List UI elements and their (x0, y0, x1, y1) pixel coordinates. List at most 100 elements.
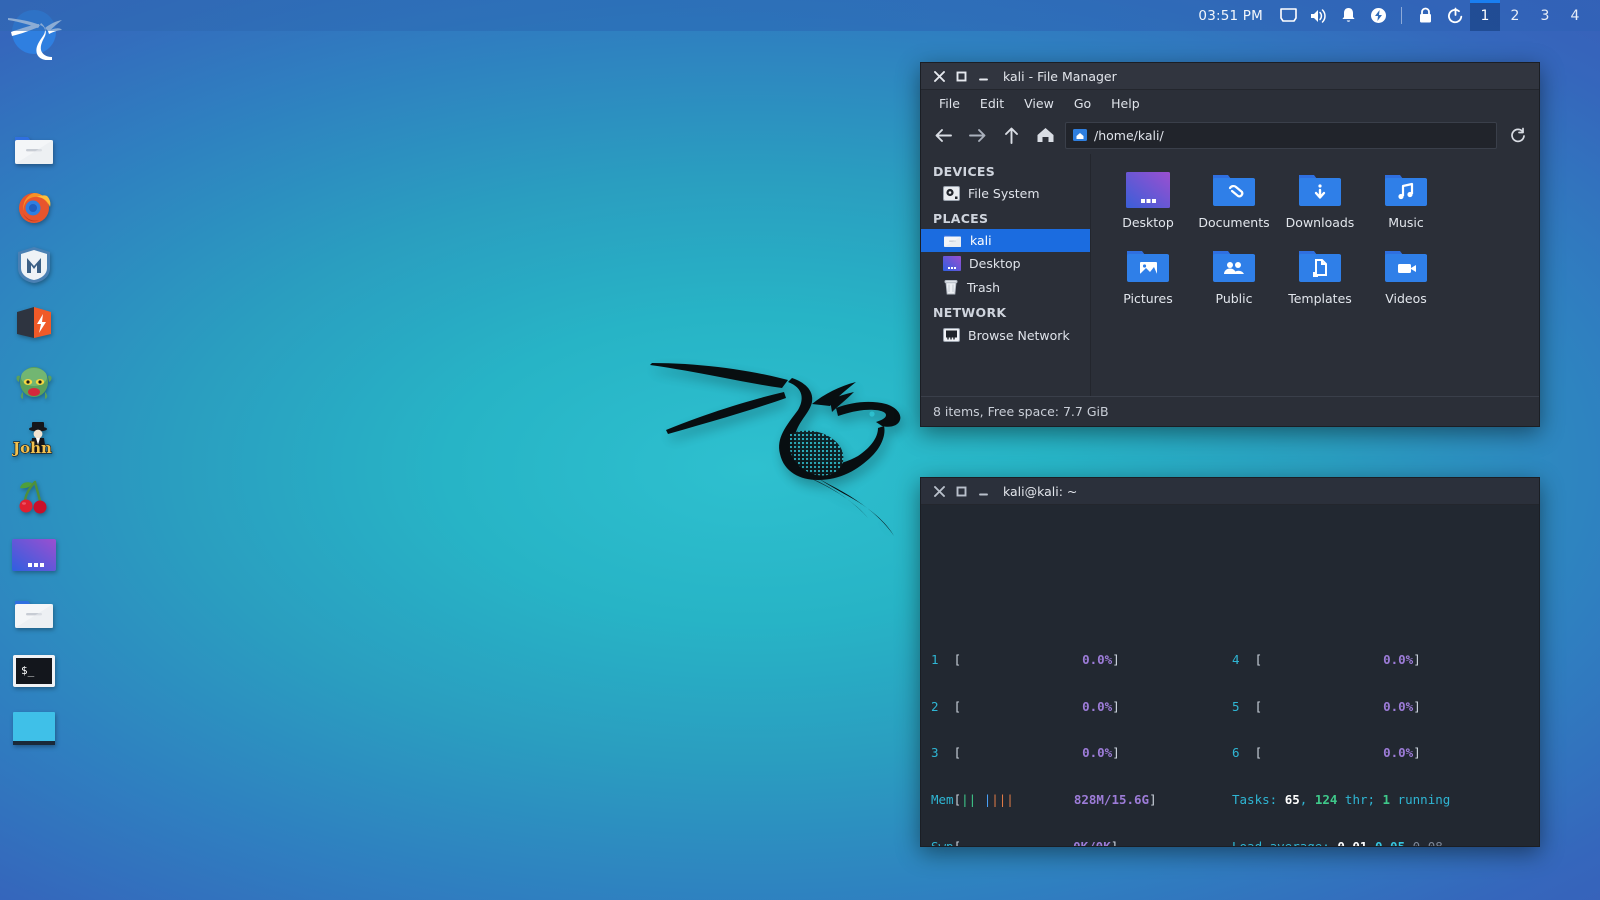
john-icon: John (12, 421, 56, 457)
forward-arrow-icon[interactable] (963, 121, 991, 149)
up-arrow-icon[interactable] (997, 121, 1025, 149)
file-manager-titlebar[interactable]: kali - File Manager (921, 63, 1539, 90)
file-item-documents[interactable]: Documents (1191, 166, 1277, 242)
mem-value: 828M/15.6G (1074, 792, 1149, 807)
sidebar-header-devices: DEVICES (921, 158, 1090, 182)
menu-help[interactable]: Help (1101, 94, 1150, 113)
maximize-icon[interactable] (950, 480, 972, 502)
templates-folder-icon (1296, 248, 1344, 286)
dock-item-burpsuite[interactable] (8, 294, 60, 352)
dock-item-terminal[interactable]: $_ (8, 642, 60, 700)
dock-item-firefox[interactable] (8, 178, 60, 236)
file-manager-statusbar: 8 items, Free space: 7.7 GiB (921, 396, 1539, 426)
file-manager-icon-view[interactable]: Desktop Documents (1091, 154, 1539, 396)
workspace-label: 1 (1481, 8, 1490, 24)
sidebar-item-browse-network[interactable]: Browse Network (921, 323, 1090, 347)
logout-icon[interactable] (1440, 0, 1470, 31)
load-5: 0.05 (1375, 839, 1405, 846)
load-label: Load average: (1232, 839, 1337, 846)
terminal-titlebar[interactable]: kali@kali: ~ (921, 478, 1539, 505)
path-text: /home/kali/ (1094, 128, 1164, 143)
panel-tray: 03:51 PM (1198, 0, 1600, 31)
panel-separator (1401, 7, 1402, 24)
documents-folder-icon (1210, 172, 1258, 210)
status-text: 8 items, Free space: 7.7 GiB (933, 404, 1109, 419)
cpu-id: 4 (1232, 652, 1240, 667)
metasploit-shield-icon (16, 245, 52, 285)
file-item-label: Public (1216, 291, 1253, 306)
tasks-prefix: Tasks: (1232, 792, 1285, 807)
reload-icon[interactable] (1503, 121, 1531, 149)
home-folder-icon (943, 233, 962, 248)
back-arrow-icon[interactable] (929, 121, 957, 149)
cpu-value: 0.0% (1082, 699, 1112, 714)
display-icon[interactable] (1273, 0, 1303, 31)
sidebar-item-desktop[interactable]: Desktop (921, 252, 1090, 275)
workspace-button-2[interactable]: 2 (1500, 0, 1530, 31)
sidebar-item-file-system[interactable]: File System (921, 182, 1090, 205)
file-item-music[interactable]: Music (1363, 166, 1449, 242)
workspace-button-3[interactable]: 3 (1530, 0, 1560, 31)
volume-icon[interactable] (1303, 0, 1333, 31)
sidebar-item-kali[interactable]: kali (921, 229, 1090, 252)
dock-item-wireshark[interactable] (8, 352, 60, 410)
dock-item-cherrytree[interactable] (8, 468, 60, 526)
cpu-meter-3: 3 [0.0%] (931, 745, 1232, 761)
file-item-pictures[interactable]: Pictures (1105, 242, 1191, 318)
file-item-templates[interactable]: Templates (1277, 242, 1363, 318)
terminal-icon: $_ (13, 655, 55, 687)
dock-item-file-manager[interactable] (8, 120, 60, 178)
file-manager-title: kali - File Manager (1003, 69, 1117, 84)
cpu-id: 3 (931, 745, 939, 760)
menu-edit[interactable]: Edit (970, 94, 1014, 113)
workspace-button-1[interactable]: 1 (1470, 0, 1500, 31)
file-item-desktop[interactable]: Desktop (1105, 166, 1191, 242)
clock[interactable]: 03:51 PM (1198, 8, 1263, 24)
videos-folder-icon (1382, 248, 1430, 286)
path-input[interactable]: /home/kali/ (1065, 122, 1497, 149)
sidebar-item-trash[interactable]: Trash (921, 275, 1090, 299)
pictures-folder-icon (1124, 248, 1172, 286)
dock-item-files[interactable] (8, 584, 60, 642)
file-manager-toolbar: /home/kali/ (921, 116, 1539, 154)
desktop-dock: John (8, 120, 60, 758)
menu-view[interactable]: View (1014, 94, 1064, 113)
cpu-meter-4: 4 [0.0%] (1232, 652, 1533, 668)
close-icon[interactable] (928, 65, 950, 87)
music-folder-icon (1382, 172, 1430, 210)
maximize-icon[interactable] (950, 65, 972, 87)
harddisk-icon (943, 186, 960, 201)
dock-item-john-the-ripper[interactable]: John (8, 410, 60, 468)
htop-meters-right: 4 [0.0%] 5 [0.0%] 6 [0.0%] Tasks: 65, 12… (1232, 621, 1533, 846)
home-icon[interactable] (1031, 121, 1059, 149)
cpu-id: 5 (1232, 699, 1240, 714)
close-icon[interactable] (928, 480, 950, 502)
sidebar-item-label: File System (968, 186, 1040, 201)
menu-go[interactable]: Go (1064, 94, 1101, 113)
file-item-label: Videos (1385, 291, 1427, 306)
workspace-button-4[interactable]: 4 (1560, 0, 1590, 31)
dock-item-metasploit[interactable] (8, 236, 60, 294)
dock-item-desktop-preview[interactable] (8, 526, 60, 584)
menu-file[interactable]: File (929, 94, 970, 113)
workspace-label: 2 (1511, 8, 1520, 24)
file-item-label: Pictures (1123, 291, 1173, 306)
desktop-thumbnail-icon (1124, 172, 1172, 210)
minimize-icon[interactable] (972, 65, 994, 87)
wireshark-shark-icon (14, 362, 54, 400)
firefox-icon (14, 187, 54, 227)
lock-icon[interactable] (1410, 0, 1440, 31)
file-item-videos[interactable]: Videos (1363, 242, 1449, 318)
file-item-downloads[interactable]: Downloads (1277, 166, 1363, 242)
dock-item-text-editor[interactable] (8, 700, 60, 758)
swap-label: Swp (931, 839, 954, 846)
sidebar-item-label: Desktop (969, 256, 1021, 271)
desktop-icon (12, 539, 56, 571)
htop-output[interactable]: 1 [0.0%] 2 [0.0%] 3 [0.0%] Mem[|| ||||82… (921, 505, 1539, 846)
kali-dragon-wallpaper-icon (590, 330, 940, 570)
notification-icon[interactable] (1333, 0, 1363, 31)
file-item-public[interactable]: Public (1191, 242, 1277, 318)
cpu-value: 0.0% (1082, 652, 1112, 667)
power-icon[interactable] (1363, 0, 1393, 31)
minimize-icon[interactable] (972, 480, 994, 502)
